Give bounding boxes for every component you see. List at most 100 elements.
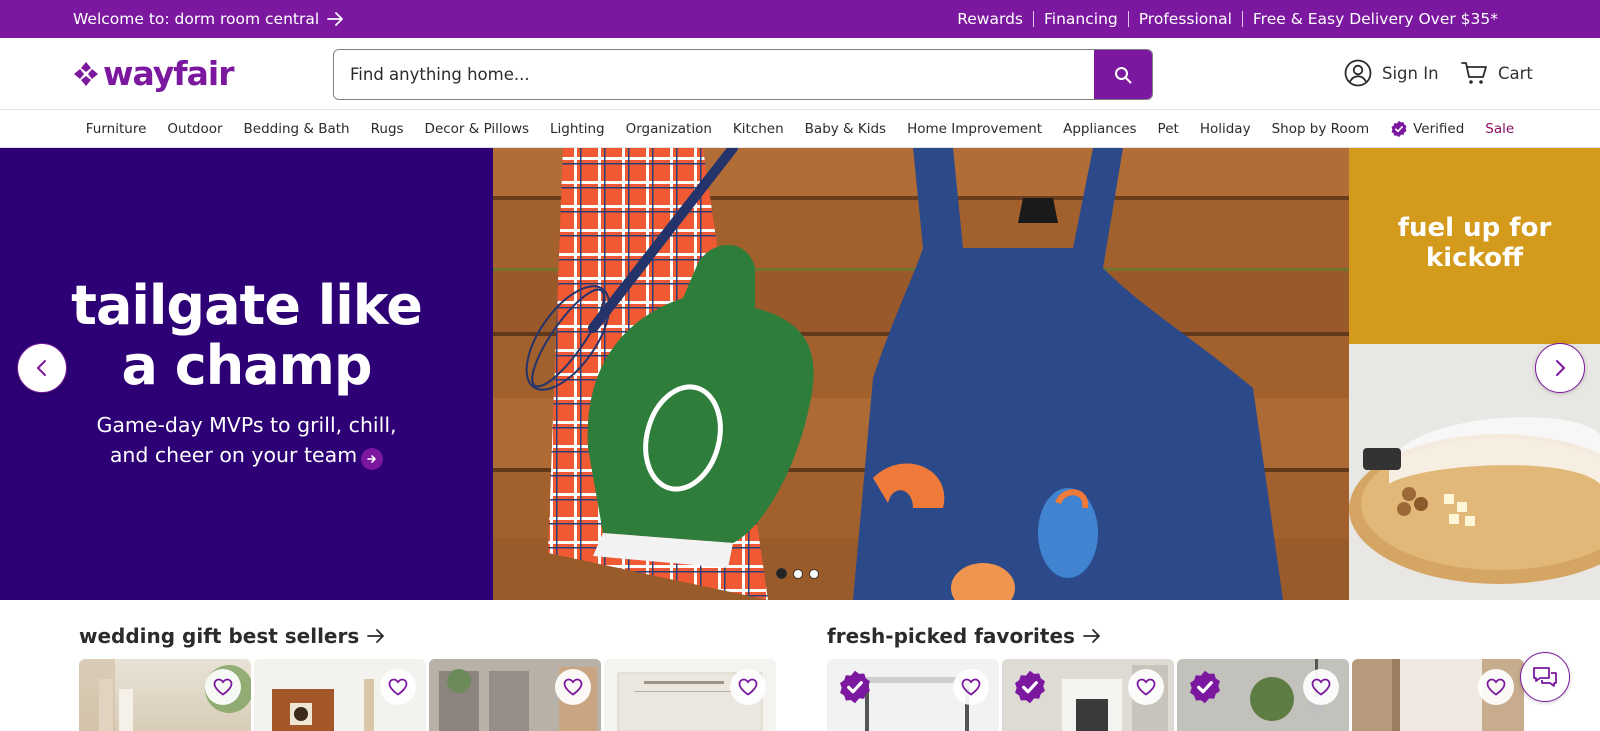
hero-subtext-line-1: Game-day MVPs to grill, chill,: [96, 413, 397, 437]
heart-icon: [563, 678, 583, 696]
carousel-prev-button[interactable]: [17, 343, 67, 393]
nav-bedding-bath[interactable]: Bedding & Bath: [244, 121, 350, 137]
sign-in-label: Sign In: [1382, 63, 1439, 83]
nav-kitchen[interactable]: Kitchen: [733, 121, 784, 137]
favorite-button[interactable]: [205, 669, 241, 705]
section-title-wedding-gifts-text: wedding gift best sellers: [79, 624, 360, 648]
chat-icon: [1533, 667, 1557, 687]
cart-button[interactable]: Cart: [1460, 59, 1533, 87]
promo-bar: Welcome to: dorm room central Rewards Fi…: [0, 0, 1600, 38]
heart-icon: [1136, 678, 1156, 696]
search-button[interactable]: [1094, 50, 1152, 99]
next-slide-banner: fuel up for kickoff: [1349, 148, 1600, 344]
nav-baby-kids[interactable]: Baby & Kids: [805, 121, 886, 137]
free-delivery-link[interactable]: Free & Easy Delivery Over $35*: [1241, 11, 1498, 27]
nav-appliances[interactable]: Appliances: [1063, 121, 1136, 137]
hero-carousel: tailgate like a champ Game-day MVPs to g…: [0, 148, 1600, 600]
search-icon: [1115, 66, 1132, 83]
carousel-dot-1[interactable]: [776, 568, 787, 579]
nav-sale[interactable]: Sale: [1485, 121, 1514, 137]
carousel-dot-3[interactable]: [809, 568, 819, 579]
nav-verified[interactable]: Verified: [1390, 120, 1464, 138]
heart-icon: [388, 678, 408, 696]
financing-link[interactable]: Financing: [1033, 11, 1128, 27]
chevron-left-icon: [37, 360, 46, 376]
heart-icon: [1486, 678, 1506, 696]
verified-badge-icon: [1391, 120, 1407, 137]
logo-wordmark: wayfair: [103, 54, 234, 93]
product-card[interactable]: [1352, 659, 1524, 731]
hero-arrow-icon[interactable]: [361, 448, 384, 470]
category-nav: Furniture Outdoor Bedding & Bath Rugs De…: [0, 110, 1600, 148]
nav-lighting[interactable]: Lighting: [550, 121, 605, 137]
wayfair-logo[interactable]: wayfair: [73, 54, 234, 93]
hero-headline: tailgate like a champ: [0, 276, 493, 396]
product-card[interactable]: [79, 659, 251, 731]
cart-icon: [1461, 62, 1487, 84]
favorite-button[interactable]: [730, 669, 766, 705]
favorite-button[interactable]: [1478, 669, 1514, 705]
hero-subtext: Game-day MVPs to grill, chill, and cheer…: [0, 410, 493, 470]
verified-badge-icon[interactable]: [1187, 669, 1223, 705]
nav-outdoor[interactable]: Outdoor: [167, 121, 222, 137]
arrow-right-icon: [367, 629, 385, 643]
product-card[interactable]: [827, 659, 999, 731]
product-card[interactable]: [254, 659, 426, 731]
search-input[interactable]: [334, 50, 1094, 99]
carousel-dots: [776, 568, 819, 579]
product-card[interactable]: [1177, 659, 1349, 731]
heart-icon: [738, 678, 758, 696]
hero-illustration: [493, 148, 1349, 600]
section-title-fresh-picked-text: fresh-picked favorites: [827, 624, 1075, 648]
carousel-dot-2[interactable]: [793, 568, 803, 579]
section-title-wedding-gifts[interactable]: wedding gift best sellers: [79, 624, 385, 648]
product-card[interactable]: [1002, 659, 1174, 731]
favorite-button[interactable]: [555, 669, 591, 705]
nav-rugs[interactable]: Rugs: [371, 121, 404, 137]
nav-shop-by-room[interactable]: Shop by Room: [1272, 121, 1370, 137]
chevron-right-icon: [1556, 360, 1565, 376]
professional-link[interactable]: Professional: [1127, 11, 1242, 27]
nav-decor-pillows[interactable]: Decor & Pillows: [425, 121, 529, 137]
nav-home-improvement[interactable]: Home Improvement: [907, 121, 1042, 137]
rewards-link[interactable]: Rewards: [947, 11, 1033, 27]
hero-subtext-line-2: and cheer on your team: [0, 440, 493, 470]
arrow-right-icon: [1083, 629, 1100, 643]
product-card[interactable]: [604, 659, 776, 731]
favorite-button[interactable]: [1128, 669, 1164, 705]
favorite-button[interactable]: [1303, 669, 1339, 705]
search-bar: [333, 49, 1153, 100]
cart-label: Cart: [1498, 63, 1533, 83]
chat-button[interactable]: [1520, 652, 1570, 702]
nav-holiday[interactable]: Holiday: [1200, 121, 1251, 137]
hero-headline-line-1: tailgate like: [71, 274, 423, 337]
verified-badge-icon[interactable]: [1012, 669, 1048, 705]
nav-pet[interactable]: Pet: [1158, 121, 1179, 137]
heart-icon: [1311, 678, 1331, 696]
carousel-next-button[interactable]: [1535, 343, 1585, 393]
nav-organization[interactable]: Organization: [626, 121, 712, 137]
product-card[interactable]: [429, 659, 601, 731]
hero-subtext-line-2-text: and cheer on your team: [109, 443, 358, 467]
favorite-button[interactable]: [380, 669, 416, 705]
sign-in-button[interactable]: Sign In: [1344, 59, 1439, 87]
promo-links: Rewards Financing Professional Free & Ea…: [947, 11, 1498, 27]
site-header: wayfair Sign In Cart: [0, 38, 1600, 110]
heart-icon: [961, 678, 981, 696]
section-title-fresh-picked[interactable]: fresh-picked favorites: [827, 624, 1101, 648]
hero-headline-line-2: a champ: [121, 334, 372, 397]
pinwheel-logo-icon: [74, 62, 98, 86]
user-circle-icon: [1344, 59, 1372, 87]
hero-promo-panel[interactable]: tailgate like a champ Game-day MVPs to g…: [0, 148, 493, 600]
wedding-gifts-carousel: [79, 659, 776, 731]
arrow-right-icon: [327, 12, 344, 26]
favorite-button[interactable]: [953, 669, 989, 705]
welcome-link[interactable]: Welcome to: dorm room central: [73, 10, 344, 28]
nav-verified-label: Verified: [1413, 120, 1465, 137]
nav-furniture[interactable]: Furniture: [86, 121, 147, 137]
hero-image-tailgate-gear[interactable]: [493, 148, 1349, 600]
fresh-picked-carousel: [827, 659, 1524, 731]
welcome-text: Welcome to: dorm room central: [73, 10, 320, 28]
verified-badge-icon[interactable]: [837, 669, 873, 705]
next-slide-text: fuel up for kickoff: [1397, 213, 1552, 273]
